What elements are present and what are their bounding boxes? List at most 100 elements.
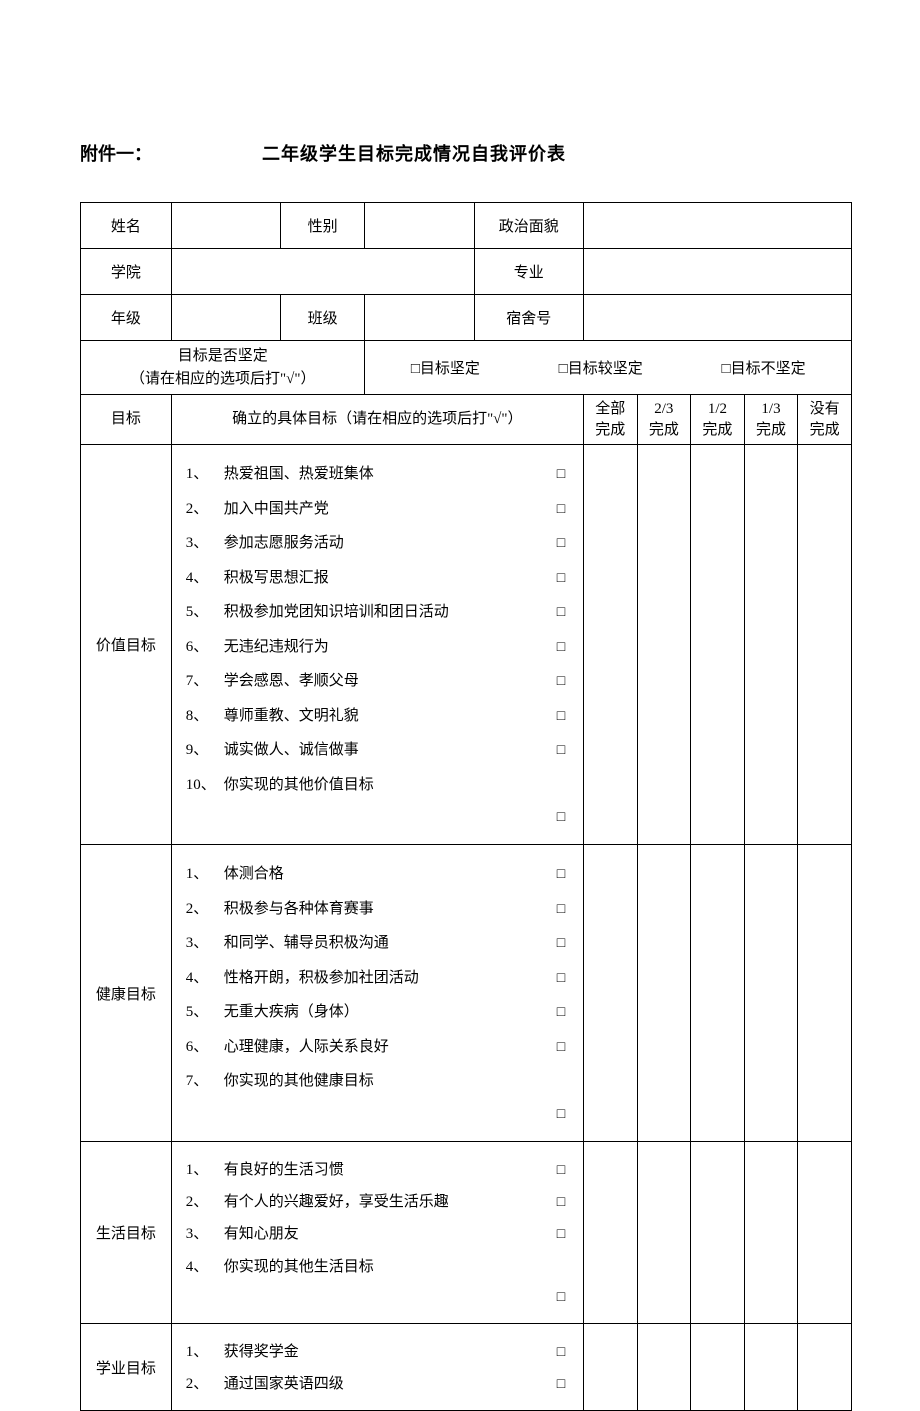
label-major: 专业 xyxy=(474,249,583,295)
item-number: 5、 xyxy=(186,995,224,1030)
item-text: 体测合格 xyxy=(224,857,553,892)
field-college[interactable] xyxy=(171,249,474,295)
checkbox-icon[interactable]: □ xyxy=(553,1156,569,1186)
item-number: 2、 xyxy=(186,492,224,527)
checkbox-icon[interactable]: □ xyxy=(553,1220,569,1250)
table-row: 姓名 性别 政治面貌 xyxy=(81,203,852,249)
col-23: 2/3完成 xyxy=(637,395,691,445)
completion-cell[interactable] xyxy=(691,1323,745,1411)
completion-cell[interactable] xyxy=(583,1323,637,1411)
completion-cell[interactable] xyxy=(691,845,745,1142)
item-number: 7、 xyxy=(186,1064,224,1099)
completion-cell[interactable] xyxy=(744,1141,798,1323)
checkbox-icon[interactable]: □ xyxy=(553,997,569,1029)
item-number: 4、 xyxy=(186,561,224,596)
field-major[interactable] xyxy=(583,249,851,295)
firmness-opt-fair[interactable]: □目标较坚定 xyxy=(559,357,643,378)
checkbox-icon[interactable]: □ xyxy=(553,597,569,629)
checkbox-icon[interactable]: □ xyxy=(553,928,569,960)
section-study: 学业目标1、获得奖学金□2、通过国家英语四级□ xyxy=(81,1323,852,1411)
item-number: 4、 xyxy=(186,1251,224,1283)
field-gender[interactable] xyxy=(365,203,474,249)
completion-cell[interactable] xyxy=(637,1323,691,1411)
completion-cell[interactable] xyxy=(798,1323,852,1411)
firmness-opt-firm[interactable]: □目标坚定 xyxy=(411,357,480,378)
checkbox-icon[interactable]: □ xyxy=(553,1099,569,1131)
item-text: 有良好的生活习惯 xyxy=(224,1154,553,1186)
checkbox-icon[interactable]: □ xyxy=(553,528,569,560)
completion-cell[interactable] xyxy=(798,445,852,845)
item-text: 尊师重教、文明礼貌 xyxy=(224,699,553,734)
item-text: 你实现的其他价值目标 xyxy=(224,768,553,803)
firmness-row: 目标是否坚定 （请在相应的选项后打"√"） □目标坚定 □目标较坚定 □目标不坚… xyxy=(81,341,852,395)
checkbox-icon[interactable]: □ xyxy=(553,494,569,526)
firmness-opt-not[interactable]: □目标不坚定 xyxy=(722,357,806,378)
checkbox-icon[interactable]: □ xyxy=(553,1032,569,1064)
item-text: 性格开朗，积极参加社团活动 xyxy=(224,961,553,996)
checkbox-icon[interactable]: □ xyxy=(553,1188,569,1218)
section-title: 生活目标 xyxy=(81,1141,172,1323)
field-class[interactable] xyxy=(365,295,474,341)
completion-cell[interactable] xyxy=(744,445,798,845)
checkbox-icon[interactable]: □ xyxy=(553,1283,569,1313)
item-text: 热爱祖国、热爱班集体 xyxy=(224,457,553,492)
item-number: 1、 xyxy=(186,1154,224,1186)
completion-cell[interactable] xyxy=(798,1141,852,1323)
completion-cell[interactable] xyxy=(583,445,637,845)
completion-cell[interactable] xyxy=(583,845,637,1142)
label-name: 姓名 xyxy=(81,203,172,249)
list-item: 3、参加志愿服务活动□ xyxy=(186,526,569,561)
checkbox-icon[interactable]: □ xyxy=(553,859,569,891)
list-item: □ xyxy=(186,1283,569,1313)
field-name[interactable] xyxy=(171,203,280,249)
completion-cell[interactable] xyxy=(691,445,745,845)
item-text: 积极参与各种体育赛事 xyxy=(224,892,553,927)
col-detail: 确立的具体目标（请在相应的选项后打"√"） xyxy=(171,395,583,445)
completion-cell[interactable] xyxy=(637,845,691,1142)
checkbox-icon[interactable]: □ xyxy=(553,802,569,834)
completion-cell[interactable] xyxy=(744,1323,798,1411)
firmness-label-1: 目标是否坚定 xyxy=(178,348,268,364)
list-item: 5、无重大疾病（身体）□ xyxy=(186,995,569,1030)
item-number: 3、 xyxy=(186,1218,224,1250)
list-item: 4、你实现的其他生活目标 xyxy=(186,1251,569,1283)
firmness-label-2: （请在相应的选项后打"√"） xyxy=(130,371,315,387)
col-all: 全部完成 xyxy=(583,395,637,445)
firmness-options: □目标坚定 □目标较坚定 □目标不坚定 xyxy=(365,341,852,395)
section-title: 学业目标 xyxy=(81,1323,172,1411)
checkbox-icon[interactable]: □ xyxy=(553,666,569,698)
completion-cell[interactable] xyxy=(744,845,798,1142)
checkbox-icon[interactable]: □ xyxy=(553,632,569,664)
checkbox-icon[interactable]: □ xyxy=(553,894,569,926)
item-number: 7、 xyxy=(186,664,224,699)
item-text: 你实现的其他健康目标 xyxy=(224,1064,553,1099)
completion-cell[interactable] xyxy=(637,445,691,845)
completion-cell[interactable] xyxy=(798,845,852,1142)
section-items: 1、体测合格□2、积极参与各种体育赛事□3、和同学、辅导员积极沟通□4、性格开朗… xyxy=(171,845,583,1142)
completion-cell[interactable] xyxy=(637,1141,691,1323)
list-item: 6、无违纪违规行为□ xyxy=(186,630,569,665)
checkbox-icon[interactable]: □ xyxy=(553,701,569,733)
label-class: 班级 xyxy=(280,295,365,341)
checkbox-icon[interactable]: □ xyxy=(553,1338,569,1368)
checkbox-icon[interactable]: □ xyxy=(553,963,569,995)
item-text: 获得奖学金 xyxy=(224,1336,553,1368)
field-politics[interactable] xyxy=(583,203,851,249)
completion-cell[interactable] xyxy=(691,1141,745,1323)
checkbox-icon[interactable]: □ xyxy=(553,1370,569,1400)
col-goal: 目标 xyxy=(81,395,172,445)
field-dorm[interactable] xyxy=(583,295,851,341)
completion-cell[interactable] xyxy=(583,1141,637,1323)
checkbox-icon[interactable]: □ xyxy=(553,563,569,595)
item-number: 10、 xyxy=(186,768,224,803)
checkbox-icon[interactable]: □ xyxy=(553,735,569,767)
list-item: 8、尊师重教、文明礼貌□ xyxy=(186,699,569,734)
section-items: 1、获得奖学金□2、通过国家英语四级□ xyxy=(171,1323,583,1411)
list-item: 10、你实现的其他价值目标 xyxy=(186,768,569,803)
page-title: 二年级学生目标完成情况自我评价表 xyxy=(262,140,566,166)
field-grade[interactable] xyxy=(171,295,280,341)
list-item: □ xyxy=(186,802,569,834)
item-text: 心理健康，人际关系良好 xyxy=(224,1030,553,1065)
list-item: 2、积极参与各种体育赛事□ xyxy=(186,892,569,927)
checkbox-icon[interactable]: □ xyxy=(553,459,569,491)
